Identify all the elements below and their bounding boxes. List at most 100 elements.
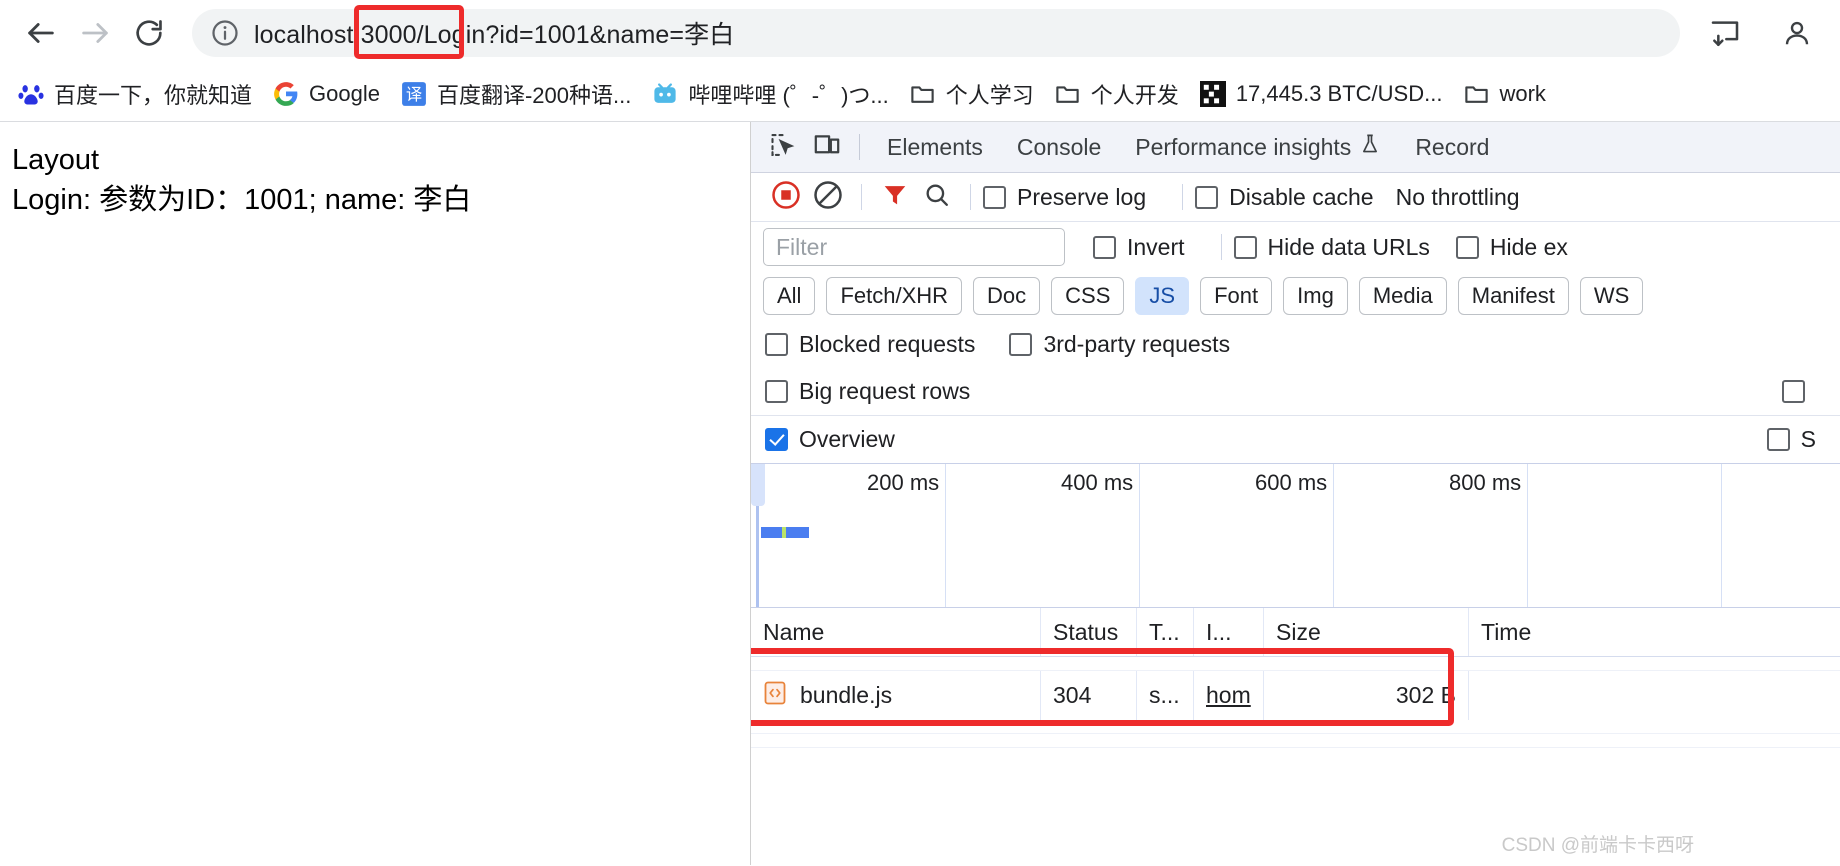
tab-elements[interactable]: Elements — [870, 122, 1000, 173]
pill-label: All — [777, 283, 802, 308]
devtools-tab-bar: Elements Console Performance insights Re… — [751, 122, 1840, 173]
network-controls-row: Preserve log Disable cache No throttling — [751, 173, 1840, 222]
bookmark-item[interactable]: work — [1453, 75, 1554, 113]
filter-placeholder: Filter — [776, 233, 828, 260]
table-row-spacer — [751, 734, 1840, 748]
forward-button[interactable] — [68, 6, 122, 60]
pill-label: Doc — [987, 283, 1027, 308]
profile-button[interactable] — [1770, 6, 1824, 60]
folder-icon — [1054, 80, 1082, 108]
flask-icon — [1359, 133, 1381, 161]
type-pill-manifest[interactable]: Manifest — [1457, 277, 1569, 315]
record-button[interactable] — [765, 176, 807, 218]
blocked-requests-checkbox[interactable]: Blocked requests — [765, 331, 975, 358]
hide-extension-urls-checkbox[interactable]: Hide ex — [1455, 233, 1568, 261]
devtools-panel: Elements Console Performance insights Re… — [751, 122, 1840, 865]
column-header-time[interactable]: Time — [1469, 608, 1609, 656]
bookmark-item[interactable]: 个人学习 — [900, 73, 1043, 115]
reload-button[interactable] — [122, 6, 176, 60]
throttling-dropdown[interactable]: No throttling — [1396, 184, 1520, 211]
pill-label: WS — [1593, 283, 1630, 308]
column-header-type[interactable]: T... — [1137, 608, 1194, 656]
bilibili-icon — [651, 80, 679, 108]
toolbar-divider — [1220, 234, 1222, 260]
page-title: Layout — [12, 144, 100, 176]
big-request-rows-checkbox[interactable]: Big request rows — [765, 378, 970, 405]
js-file-icon — [763, 681, 787, 711]
type-pill-js[interactable]: JS — [1135, 277, 1190, 315]
tab-recorder[interactable]: Record — [1398, 122, 1506, 173]
device-toolbar-button[interactable] — [805, 127, 849, 167]
cell-name: bundle.js — [751, 671, 1041, 720]
right-toggle-2-checkbox[interactable]: S — [1766, 426, 1816, 453]
checkbox-label: Invert — [1127, 233, 1185, 260]
clear-network-log-icon — [813, 180, 843, 215]
bookmark-label: 百度翻译-200种语... — [436, 82, 632, 108]
pill-label: CSS — [1065, 283, 1111, 308]
clear-network-log-button[interactable] — [807, 176, 849, 218]
bookmark-item[interactable]: 17,445.3 BTC/USD... — [1190, 75, 1452, 113]
cell-initiator[interactable]: hom — [1194, 671, 1264, 720]
pill-label: Fetch/XHR — [840, 283, 949, 308]
bookmark-item[interactable]: 译 百度翻译-200种语... — [391, 73, 640, 115]
tab-label: Record — [1415, 133, 1490, 160]
tab-console[interactable]: Console — [1000, 122, 1118, 173]
toolbar-right-actions — [1698, 6, 1826, 60]
bookmark-item[interactable]: 个人开发 — [1045, 73, 1188, 115]
folder-icon — [909, 80, 937, 108]
timeline-request-bar — [761, 527, 809, 538]
back-button[interactable] — [14, 6, 68, 60]
type-pill-font[interactable]: Font — [1200, 277, 1273, 315]
bookmark-item[interactable]: Google — [263, 75, 389, 113]
checkbox-label: S — [1800, 426, 1816, 452]
type-pill-all[interactable]: All — [763, 277, 816, 315]
right-toggle-1-checkbox[interactable] — [1782, 380, 1816, 403]
back-arrow-icon — [24, 16, 58, 50]
forward-arrow-icon — [78, 16, 112, 50]
type-pill-css[interactable]: CSS — [1051, 277, 1125, 315]
baidu-translate-icon: 译 — [400, 80, 428, 108]
checkbox-label: Preserve log — [1017, 183, 1147, 210]
site-information-icon[interactable] — [208, 16, 242, 50]
cell-time — [1469, 671, 1609, 720]
network-overview-timeline[interactable]: 200 ms 400 ms 600 ms 800 ms — [751, 464, 1840, 608]
filter-toggle-button[interactable] — [874, 176, 916, 218]
pill-label: JS — [1149, 283, 1176, 308]
checkbox-label: 3rd-party requests — [1043, 330, 1231, 357]
tab-performance-insights[interactable]: Performance insights — [1118, 122, 1398, 173]
checkbox-label: Hide ex — [1489, 233, 1568, 260]
hide-data-urls-checkbox[interactable]: Hide data URLs — [1233, 234, 1430, 261]
preserve-log-checkbox[interactable]: Preserve log — [983, 184, 1146, 211]
disable-cache-checkbox[interactable]: Disable cache — [1195, 183, 1374, 211]
column-header-initiator[interactable]: I... — [1194, 608, 1264, 656]
column-header-name[interactable]: Name — [751, 608, 1041, 656]
column-header-status[interactable]: Status — [1041, 608, 1137, 656]
bookmark-item[interactable]: 百度一下，你就知道 — [8, 73, 261, 115]
table-row[interactable]: bundle.js 304 s... hom 302 B — [751, 671, 1840, 720]
address-bar[interactable]: localhost:3000/Login?id=1001&name=李白 — [192, 5, 1680, 59]
checkbox-label: Disable cache — [1229, 183, 1374, 210]
filter-input[interactable]: Filter — [763, 228, 1065, 266]
checkbox-box — [1233, 235, 1257, 259]
bookmark-item[interactable]: 哔哩哔哩 (゜-゜)つ... — [642, 73, 897, 115]
type-pill-media[interactable]: Media — [1358, 277, 1447, 315]
bookmark-label: 个人开发 — [1090, 82, 1179, 108]
cell-initiator-link[interactable]: hom — [1206, 682, 1251, 709]
timeline-tick-label: 600 ms — [1255, 470, 1328, 495]
type-pill-img[interactable]: Img — [1283, 277, 1348, 315]
overview-checkbox[interactable]: Overview — [765, 426, 895, 453]
third-party-requests-checkbox[interactable]: 3rd-party requests — [1009, 331, 1230, 358]
type-pill-fetch-xhr[interactable]: Fetch/XHR — [826, 277, 963, 315]
google-g-icon — [272, 80, 300, 108]
search-button[interactable] — [916, 176, 958, 218]
cell-type: s... — [1137, 671, 1194, 720]
inspect-element-button[interactable] — [761, 127, 805, 167]
checkbox-box — [765, 332, 788, 356]
checkbox-box — [1766, 428, 1790, 451]
invert-checkbox[interactable]: Invert — [1093, 234, 1185, 261]
tab-label: Console — [1016, 133, 1102, 160]
type-pill-doc[interactable]: Doc — [973, 277, 1041, 315]
install-app-button[interactable] — [1698, 6, 1752, 60]
column-header-size[interactable]: Size — [1264, 608, 1469, 656]
type-pill-ws[interactable]: WS — [1579, 277, 1644, 315]
